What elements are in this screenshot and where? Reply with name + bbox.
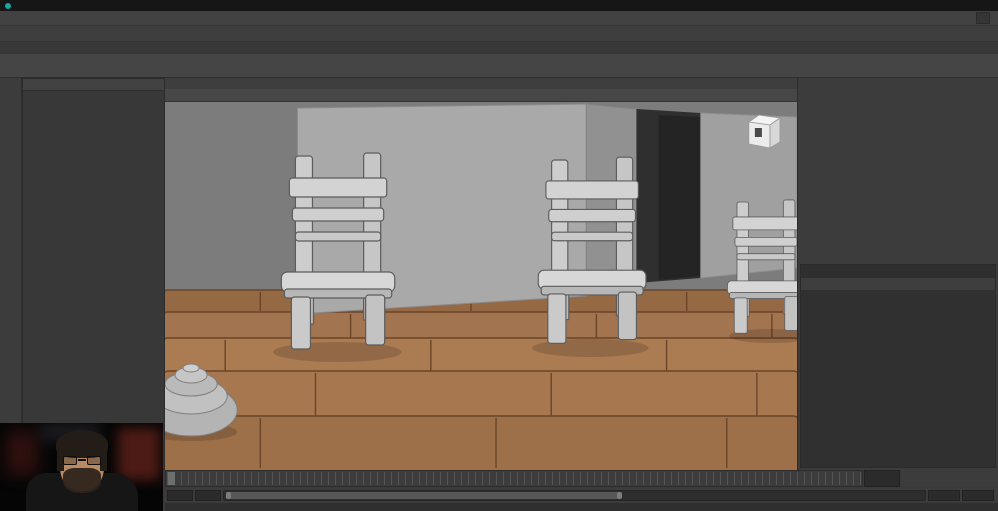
presenter-beard — [63, 468, 101, 493]
outliner-panel — [22, 78, 165, 470]
viewport-canvas[interactable] — [165, 102, 797, 470]
range-slider-bar[interactable] — [226, 491, 619, 499]
playback-start-field[interactable] — [195, 489, 221, 501]
maya-app-icon — [5, 2, 11, 9]
range-slider-start-handle[interactable] — [226, 491, 231, 499]
layer-editor-tabs — [801, 265, 995, 278]
viewport-panel — [165, 78, 797, 470]
playback-controls — [901, 470, 998, 487]
status-line — [0, 26, 998, 42]
shelf — [0, 54, 998, 78]
maya-application-window — [0, 0, 998, 511]
presenter-glasses-right — [87, 456, 101, 465]
layer-editor-menu-bar — [801, 278, 995, 290]
viewport-3d-scene[interactable] — [165, 102, 797, 470]
outliner-menu-bar — [23, 79, 164, 91]
background-shelf-left — [6, 431, 38, 475]
layer-list — [801, 290, 995, 467]
current-time-field[interactable] — [864, 470, 900, 487]
animation-end-field[interactable] — [962, 489, 994, 501]
viewport-toolbar — [165, 89, 797, 102]
floor-planks[interactable] — [165, 289, 797, 470]
presenter-glasses-left — [63, 456, 77, 465]
shelf-tabs — [0, 42, 998, 54]
range-slider-row — [165, 488, 998, 502]
layer-editor — [800, 264, 996, 468]
background-shelf — [118, 428, 160, 480]
doorway-inner — [658, 115, 701, 280]
animation-start-field[interactable] — [167, 489, 193, 501]
presenter-hair-side-right — [100, 445, 107, 471]
range-slider[interactable] — [223, 489, 926, 501]
workspace-dropdown[interactable] — [976, 12, 990, 24]
toolbox — [0, 78, 22, 470]
presenter-glasses-bridge — [78, 459, 86, 461]
current-frame-marker[interactable] — [168, 472, 175, 485]
white-box[interactable] — [747, 114, 782, 149]
title-bar — [0, 0, 998, 11]
panel-title — [798, 78, 998, 85]
playback-end-field[interactable] — [928, 489, 960, 501]
channel-box-layer-panel — [797, 78, 998, 470]
time-slider-ticks[interactable] — [167, 472, 861, 485]
viewport-menu-bar — [165, 78, 797, 89]
menu-bar — [0, 11, 998, 26]
range-slider-end-handle[interactable] — [616, 491, 622, 499]
webcam-overlay — [0, 423, 163, 511]
help-line — [165, 503, 998, 511]
time-slider[interactable] — [165, 470, 863, 487]
